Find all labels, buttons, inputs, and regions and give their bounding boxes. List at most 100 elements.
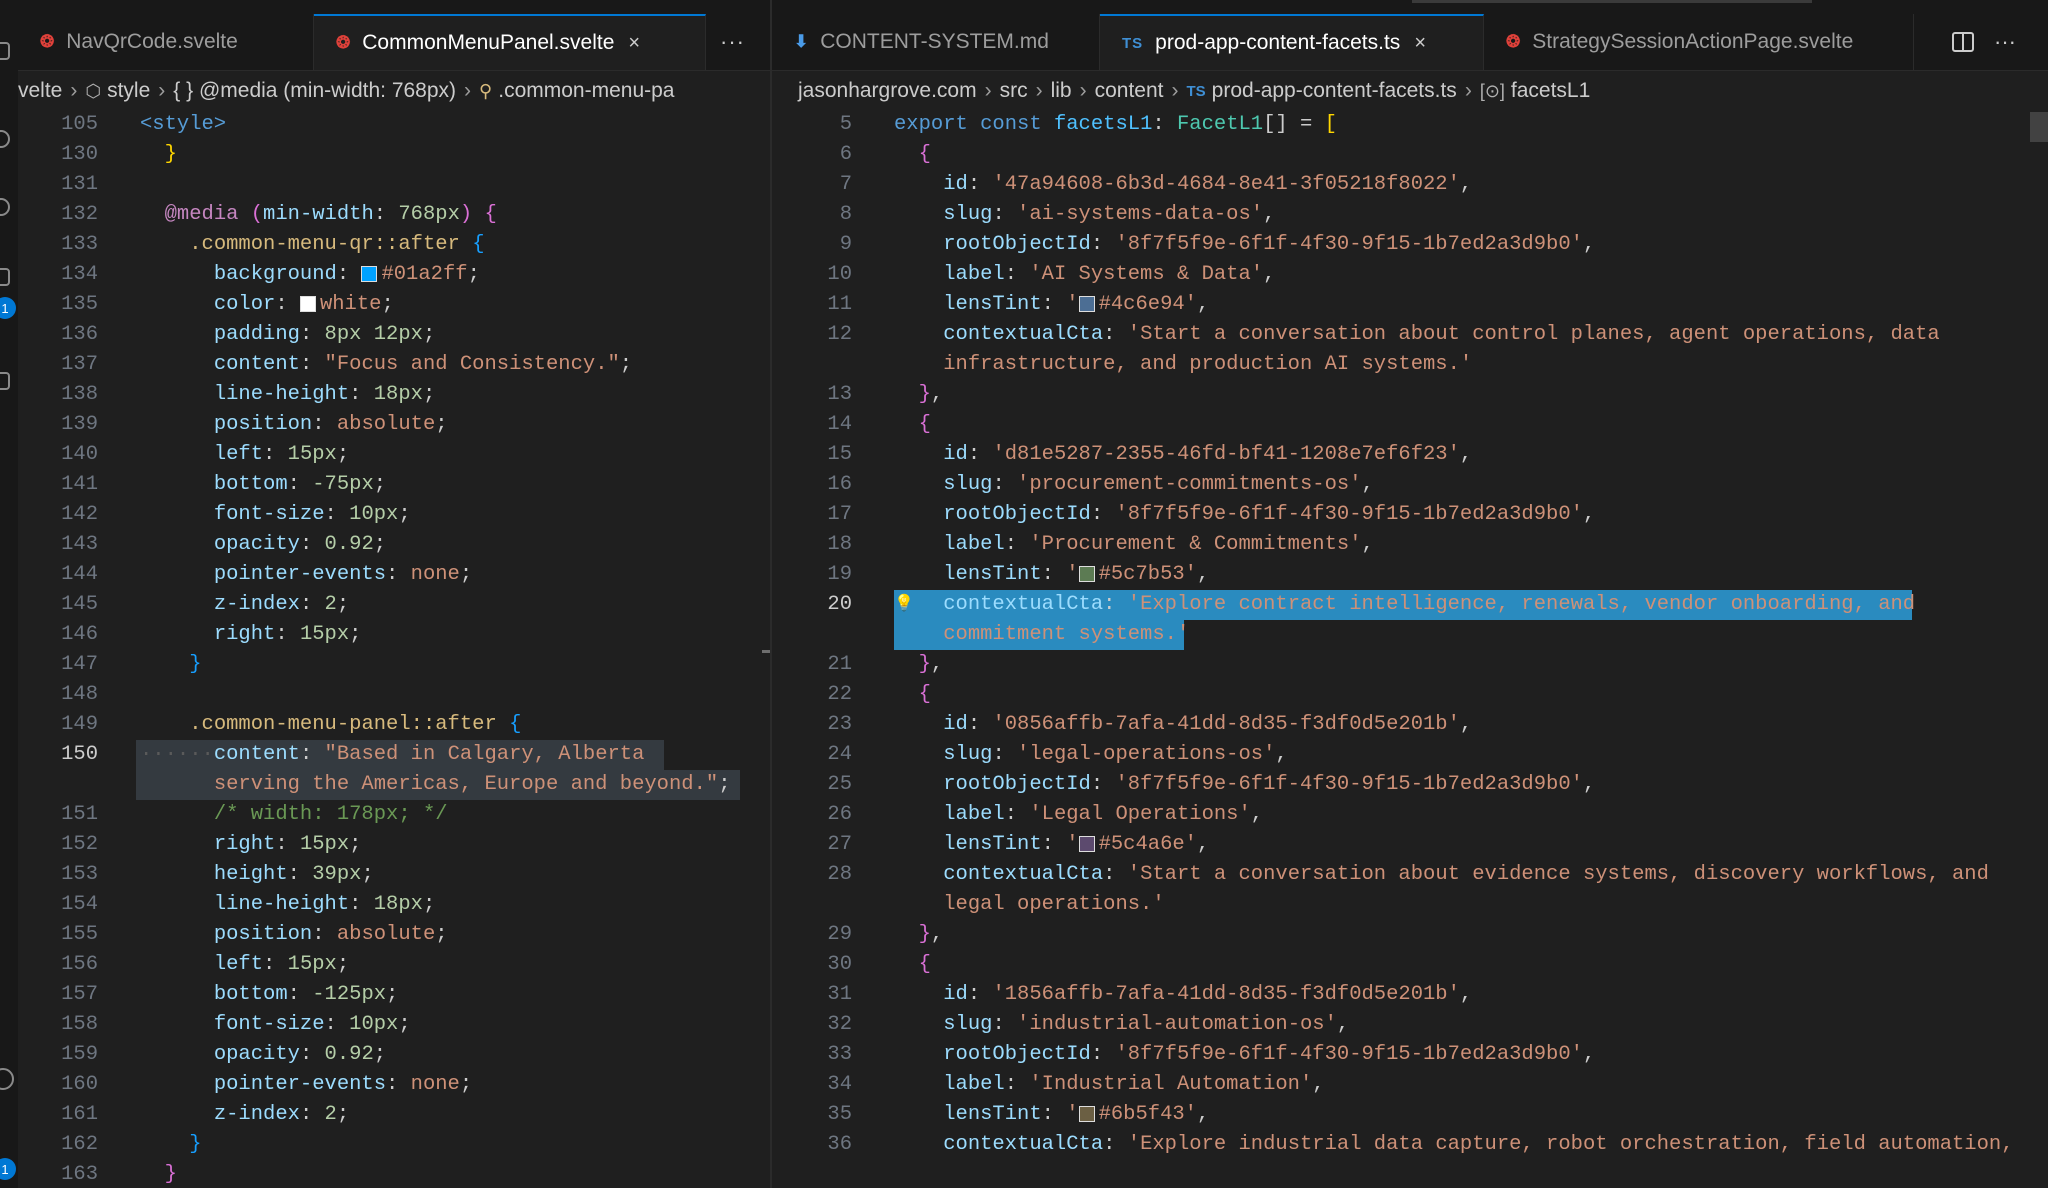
code-line[interactable]: 160 pointer-events: none; xyxy=(18,1070,770,1100)
breadcrumb-item[interactable]: lib xyxy=(1051,79,1072,103)
code-line[interactable]: 132 @media (min-width: 768px) { xyxy=(18,200,770,230)
code-editor-left[interactable]: 105 <style> 130 } 131 132 @media (min-width:… xyxy=(18,110,770,1188)
code-line[interactable]: 144 pointer-events: none; xyxy=(18,560,770,590)
code-line[interactable]: 150 ······content: "Based in Calgary, Alb… xyxy=(18,740,770,770)
code-line[interactable]: 11 lensTint: ' #4c6e94', xyxy=(772,290,2048,320)
code-line[interactable]: 33 rootObjectId: '8f7f5f9e-6f1f-4f30-9f1… xyxy=(772,1040,2048,1070)
code-line[interactable]: 31 id: '1856affb-7afa-41dd-8d35-f3df0d5e… xyxy=(772,980,2048,1010)
color-swatch[interactable] xyxy=(1078,565,1095,582)
code-line[interactable]: 5 export const facetsL1: FacetL1[] = [ xyxy=(772,110,2048,140)
code-line[interactable]: 153 height: 39px; xyxy=(18,860,770,890)
breadcrumb-item[interactable]: jasonhargrove.com xyxy=(798,79,977,103)
code-line[interactable]: 15 id: 'd81e5287-2355-46fd-bf41-1208e7ef… xyxy=(772,440,2048,470)
code-line[interactable]: 14 { xyxy=(772,410,2048,440)
code-line[interactable]: 20 contextualCta: 'Explore contract inte… xyxy=(772,590,2048,620)
code-line[interactable]: 163 } xyxy=(18,1160,770,1188)
breadcrumb-item[interactable]: src xyxy=(1000,79,1028,103)
breadcrumb-item[interactable]: velte xyxy=(18,79,62,103)
code-line[interactable]: 143 opacity: 0.92; xyxy=(18,530,770,560)
tab-navqrcode[interactable]: ❂ NavQrCode.svelte xyxy=(18,14,314,70)
code-line[interactable]: 137 content: "Focus and Consistency."; xyxy=(18,350,770,380)
tab-strategysessionactionpage[interactable]: ❂ StrategySessionActionPage.svelte xyxy=(1484,14,1914,70)
tab-commonmenupanel[interactable]: ❂ CommonMenuPanel.svelte × xyxy=(314,14,706,70)
code-line[interactable]: 158 font-size: 10px; xyxy=(18,1010,770,1040)
code-line[interactable]: 147 } xyxy=(18,650,770,680)
code-line[interactable]: 9 rootObjectId: '8f7f5f9e-6f1f-4f30-9f15… xyxy=(772,230,2048,260)
tab-prod-app-content-facets[interactable]: TS prod-app-content-facets.ts × xyxy=(1100,14,1484,70)
code-line[interactable]: 105 <style> xyxy=(18,110,770,140)
code-line[interactable]: 148 xyxy=(18,680,770,710)
code-line[interactable]: 18 label: 'Procurement & Commitments', xyxy=(772,530,2048,560)
code-line[interactable]: 7 id: '47a94608-6b3d-4684-8e41-3f05218f8… xyxy=(772,170,2048,200)
code-line[interactable]: 12 contextualCta: 'Start a conversation … xyxy=(772,320,2048,350)
code-line[interactable]: 146 right: 15px; xyxy=(18,620,770,650)
source-control-icon[interactable] xyxy=(0,198,10,216)
code-line[interactable]: 35 lensTint: ' #6b5f43', xyxy=(772,1100,2048,1130)
code-line[interactable]: 26 label: 'Legal Operations', xyxy=(772,800,2048,830)
code-line[interactable]: serving the Americas, Europe and beyond.… xyxy=(18,770,770,800)
tab-content-system[interactable]: ⬇ CONTENT-SYSTEM.md xyxy=(772,14,1100,70)
code-line[interactable]: 25 rootObjectId: '8f7f5f9e-6f1f-4f30-9f1… xyxy=(772,770,2048,800)
code-line[interactable]: 138 line-height: 18px; xyxy=(18,380,770,410)
code-line[interactable]: 19 lensTint: ' #5c7b53', xyxy=(772,560,2048,590)
code-line[interactable]: 152 right: 15px; xyxy=(18,830,770,860)
more-actions-icon[interactable]: ··· xyxy=(1994,29,2016,55)
code-line[interactable]: 34 label: 'Industrial Automation', xyxy=(772,1070,2048,1100)
close-icon[interactable]: × xyxy=(1414,32,1426,55)
code-line[interactable]: 30 { xyxy=(772,950,2048,980)
more-actions-icon[interactable]: ··· xyxy=(720,14,745,70)
code-line[interactable]: 6 { xyxy=(772,140,2048,170)
code-line[interactable]: 23 id: '0856affb-7afa-41dd-8d35-f3df0d5e… xyxy=(772,710,2048,740)
code-line[interactable]: commitment systems.' xyxy=(772,620,2048,650)
debug-icon[interactable] xyxy=(0,268,10,286)
code-line[interactable]: 8 slug: 'ai-systems-data-os', xyxy=(772,200,2048,230)
code-line[interactable]: 159 opacity: 0.92; xyxy=(18,1040,770,1070)
breadcrumb-item[interactable]: { } @media (min-width: 768px) xyxy=(173,79,456,103)
code-line[interactable]: 142 font-size: 10px; xyxy=(18,500,770,530)
code-line[interactable]: 130 } xyxy=(18,140,770,170)
split-editor-icon[interactable] xyxy=(1952,32,1974,52)
code-line[interactable]: 16 slug: 'procurement-commitments-os', xyxy=(772,470,2048,500)
code-line[interactable]: legal operations.' xyxy=(772,890,2048,920)
code-line[interactable]: 21 }, xyxy=(772,650,2048,680)
color-swatch[interactable] xyxy=(1078,1105,1095,1122)
extensions-icon[interactable] xyxy=(0,372,10,390)
scrollbar-thumb[interactable] xyxy=(2030,112,2048,142)
breadcrumb-item[interactable]: .common-menu-pa xyxy=(498,79,674,103)
account-icon[interactable] xyxy=(0,1068,14,1090)
code-line[interactable]: 10 label: 'AI Systems & Data', xyxy=(772,260,2048,290)
code-line[interactable]: 29 }, xyxy=(772,920,2048,950)
color-swatch[interactable] xyxy=(1078,835,1095,852)
color-swatch[interactable] xyxy=(299,295,316,312)
code-line[interactable]: 149 .common-menu-panel::after { xyxy=(18,710,770,740)
code-line[interactable]: 133 .common-menu-qr::after { xyxy=(18,230,770,260)
code-line[interactable]: infrastructure, and production AI system… xyxy=(772,350,2048,380)
code-line[interactable]: 36 contextualCta: 'Explore industrial da… xyxy=(772,1130,2048,1160)
code-line[interactable]: 135 color: white; xyxy=(18,290,770,320)
code-line[interactable]: 140 left: 15px; xyxy=(18,440,770,470)
color-swatch[interactable] xyxy=(1078,295,1095,312)
code-line[interactable]: 155 position: absolute; xyxy=(18,920,770,950)
code-line[interactable]: 134 background: #01a2ff; xyxy=(18,260,770,290)
code-line[interactable]: 139 position: absolute; xyxy=(18,410,770,440)
code-editor-right[interactable]: 💡 5 export const facetsL1: FacetL1[] = [6 … xyxy=(772,110,2048,1188)
breadcrumb-item[interactable]: content xyxy=(1095,79,1164,103)
code-line[interactable]: 131 xyxy=(18,170,770,200)
breadcrumb-item[interactable]: prod-app-content-facets.ts xyxy=(1212,79,1457,103)
code-line[interactable]: 17 rootObjectId: '8f7f5f9e-6f1f-4f30-9f1… xyxy=(772,500,2048,530)
code-line[interactable]: 156 left: 15px; xyxy=(18,950,770,980)
code-line[interactable]: 154 line-height: 18px; xyxy=(18,890,770,920)
code-line[interactable]: 157 bottom: -125px; xyxy=(18,980,770,1010)
code-line[interactable]: 136 padding: 8px 12px; xyxy=(18,320,770,350)
code-line[interactable]: 13 }, xyxy=(772,380,2048,410)
code-line[interactable]: 24 slug: 'legal-operations-os', xyxy=(772,740,2048,770)
code-line[interactable]: 141 bottom: -75px; xyxy=(18,470,770,500)
breadcrumb-item[interactable]: facetsL1 xyxy=(1511,79,1590,103)
close-icon[interactable]: × xyxy=(628,32,640,55)
code-line[interactable]: 145 z-index: 2; xyxy=(18,590,770,620)
breadcrumb-item[interactable]: style xyxy=(107,79,150,103)
code-line[interactable]: 161 z-index: 2; xyxy=(18,1100,770,1130)
code-line[interactable]: 32 slug: 'industrial-automation-os', xyxy=(772,1010,2048,1040)
code-line[interactable]: 22 { xyxy=(772,680,2048,710)
code-line[interactable]: 27 lensTint: ' #5c4a6e', xyxy=(772,830,2048,860)
